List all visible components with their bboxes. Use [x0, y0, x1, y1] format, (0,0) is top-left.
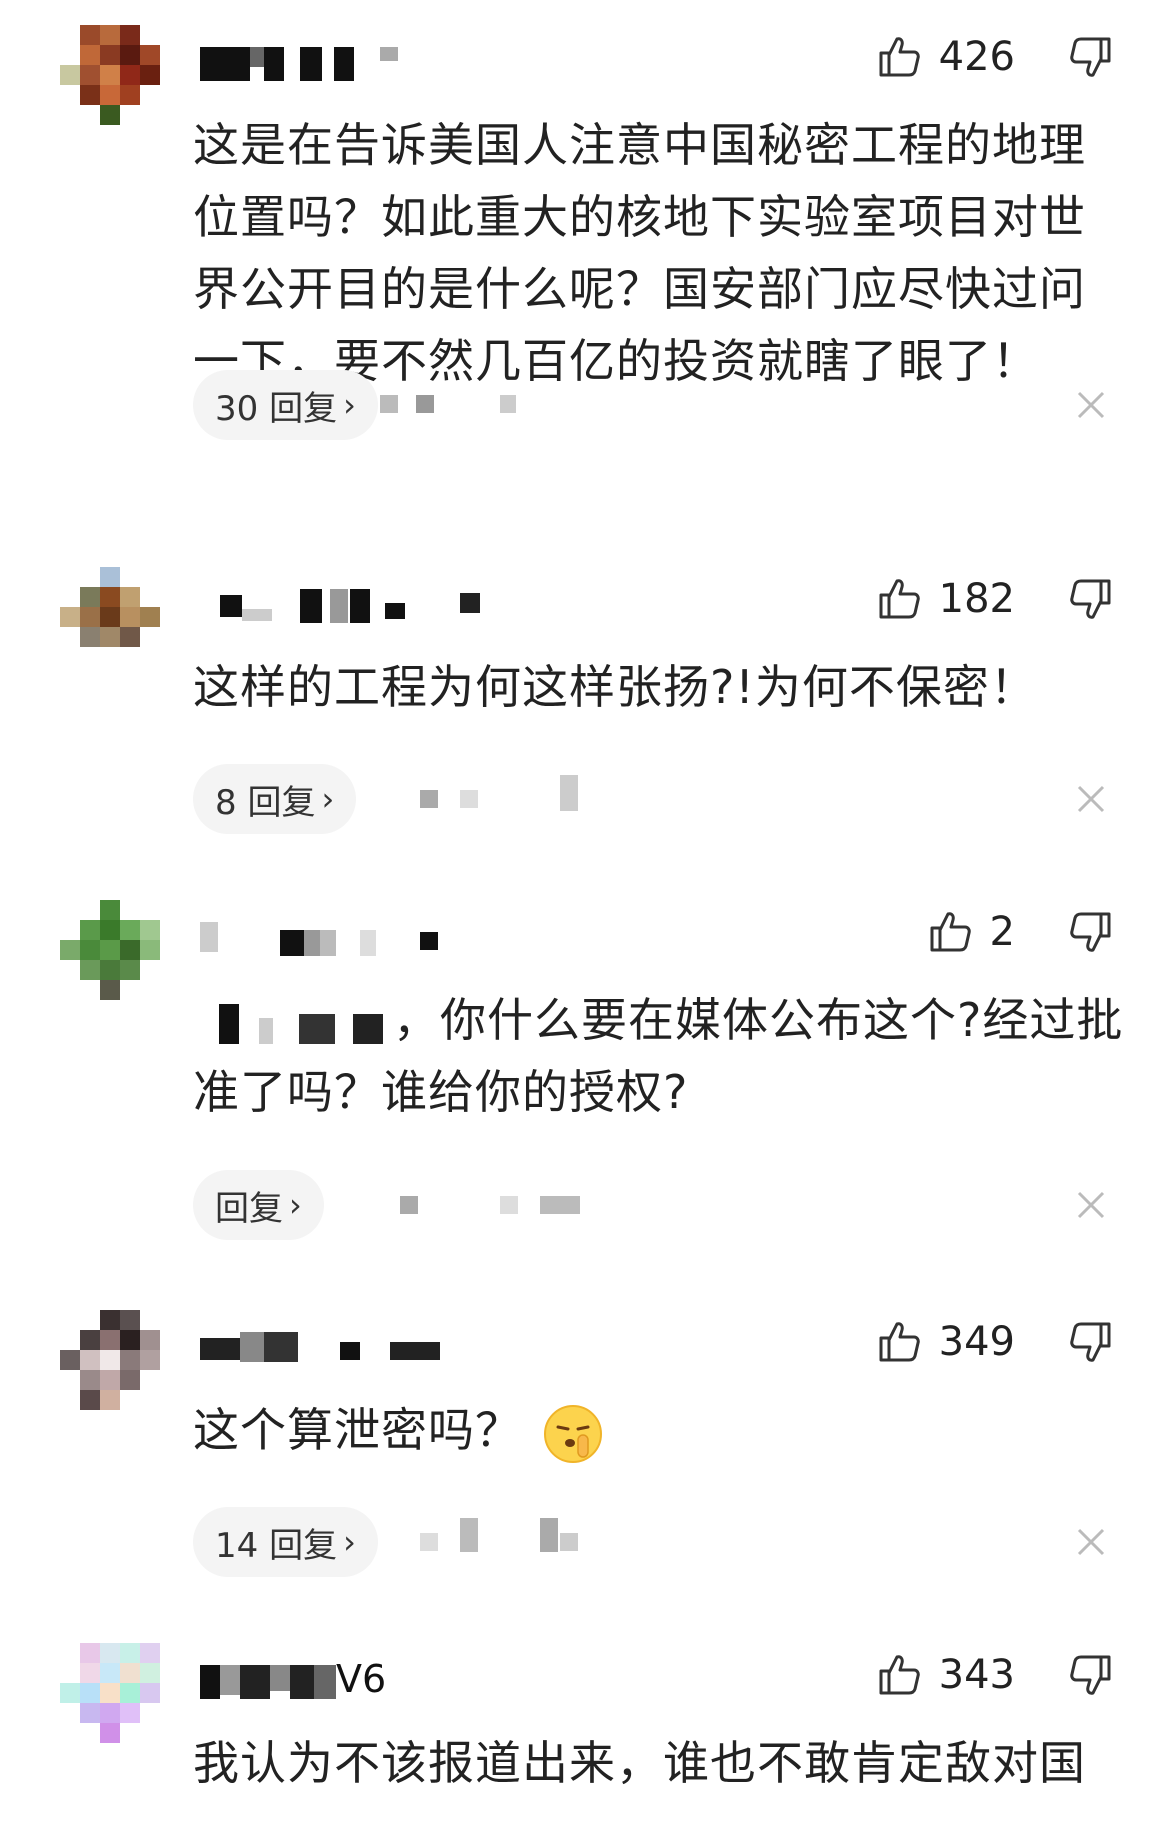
- chevron-right-icon: ›: [289, 1186, 302, 1224]
- thumbs-up-icon: [879, 579, 920, 619]
- thumbs-up-icon: [879, 1322, 920, 1362]
- thumbs-up-icon: [930, 912, 971, 952]
- close-icon[interactable]: [1074, 388, 1108, 422]
- avatar[interactable]: [60, 25, 160, 125]
- chevron-right-icon: ›: [343, 386, 356, 424]
- like-button[interactable]: 2: [926, 902, 1015, 962]
- comment-text-prefix: ，: [393, 993, 440, 1047]
- comment-text-body: 这个算泄密吗？: [193, 1403, 522, 1457]
- reply-button[interactable]: 8 回复 ›: [193, 764, 357, 834]
- username-redacted[interactable]: [200, 47, 400, 83]
- like-count: 182: [938, 576, 1015, 622]
- close-icon[interactable]: [1074, 782, 1108, 816]
- shushing-face-emoji: [544, 1404, 602, 1463]
- comment-text: 我认为不该报道出来，谁也不敢肯定敌对国: [193, 1736, 1086, 1790]
- redacted-mention: [193, 1003, 393, 1044]
- like-button[interactable]: 343: [875, 1645, 1015, 1705]
- redacted-meta: [380, 392, 620, 416]
- comment-item: 349 这个算泄密吗？ 14 回复 ›: [0, 1310, 1170, 1577]
- avatar[interactable]: [60, 900, 160, 1000]
- username-redacted[interactable]: [200, 1332, 460, 1368]
- reply-label: 30 回复: [215, 388, 338, 429]
- reply-label: 回复: [215, 1188, 283, 1229]
- thumbs-up-icon: [879, 1655, 920, 1695]
- redacted-meta: [400, 1193, 600, 1217]
- thumbs-down-icon[interactable]: [1067, 1318, 1115, 1366]
- username-redacted[interactable]: [200, 589, 500, 625]
- reply-button[interactable]: 30 回复 ›: [193, 370, 378, 440]
- comment-item: 182 这样的工程为何这样张扬?!为何不保密！ 8 回复 ›: [0, 567, 1170, 834]
- reply-label: 14 回复: [215, 1525, 338, 1566]
- reply-button[interactable]: 回复 ›: [193, 1170, 324, 1240]
- like-count: 343: [938, 1652, 1015, 1698]
- close-icon[interactable]: [1074, 1525, 1108, 1559]
- thumbs-down-icon[interactable]: [1067, 908, 1115, 956]
- thumbs-up-icon: [879, 37, 920, 77]
- avatar[interactable]: [60, 567, 160, 667]
- comment-text: ，你什么要在媒体公布这个?经过批准了吗？谁给你的授权?: [193, 984, 1128, 1128]
- like-button[interactable]: 426: [875, 27, 1015, 87]
- username[interactable]: V6: [200, 1659, 420, 1701]
- like-count: 2: [989, 909, 1015, 955]
- like-button[interactable]: 182: [875, 569, 1015, 629]
- close-icon[interactable]: [1074, 1188, 1108, 1222]
- comment-text: 这样的工程为何这样张扬?!为何不保密！: [193, 660, 1037, 714]
- avatar[interactable]: [60, 1643, 160, 1743]
- thumbs-down-icon[interactable]: [1067, 33, 1115, 81]
- username-redacted[interactable]: [200, 922, 460, 958]
- reply-button[interactable]: 14 回复 ›: [193, 1507, 378, 1577]
- like-count: 426: [938, 34, 1015, 80]
- reply-label: 8 回复: [215, 782, 316, 823]
- like-count: 349: [938, 1319, 1015, 1365]
- username-suffix: V6: [336, 1657, 387, 1701]
- comment-item: V6 343 我认为不该报道出来，谁也不敢肯定敌对国: [0, 1643, 1170, 1826]
- comment-text: 这个算泄密吗？: [193, 1394, 1128, 1466]
- chevron-right-icon: ›: [343, 1523, 356, 1561]
- redacted-meta: [420, 775, 620, 811]
- thumbs-down-icon[interactable]: [1067, 575, 1115, 623]
- thumbs-down-icon[interactable]: [1067, 1651, 1115, 1699]
- comment-text: 这是在告诉美国人注意中国秘密工程的地理位置吗？如此重大的核地下实验室项目对世界公…: [193, 118, 1086, 388]
- redacted-meta: [420, 1518, 620, 1554]
- chevron-right-icon: ›: [321, 780, 335, 818]
- comment-item: 426 这是在告诉美国人注意中国秘密工程的地理位置吗？如此重大的核地下实验室项目…: [0, 25, 1170, 465]
- comment-item: 2 ，你什么要在媒体公布这个?经过批准了吗？谁给你的授权? 回复 ›: [0, 900, 1170, 1240]
- like-button[interactable]: 349: [875, 1312, 1015, 1372]
- avatar[interactable]: [60, 1310, 160, 1410]
